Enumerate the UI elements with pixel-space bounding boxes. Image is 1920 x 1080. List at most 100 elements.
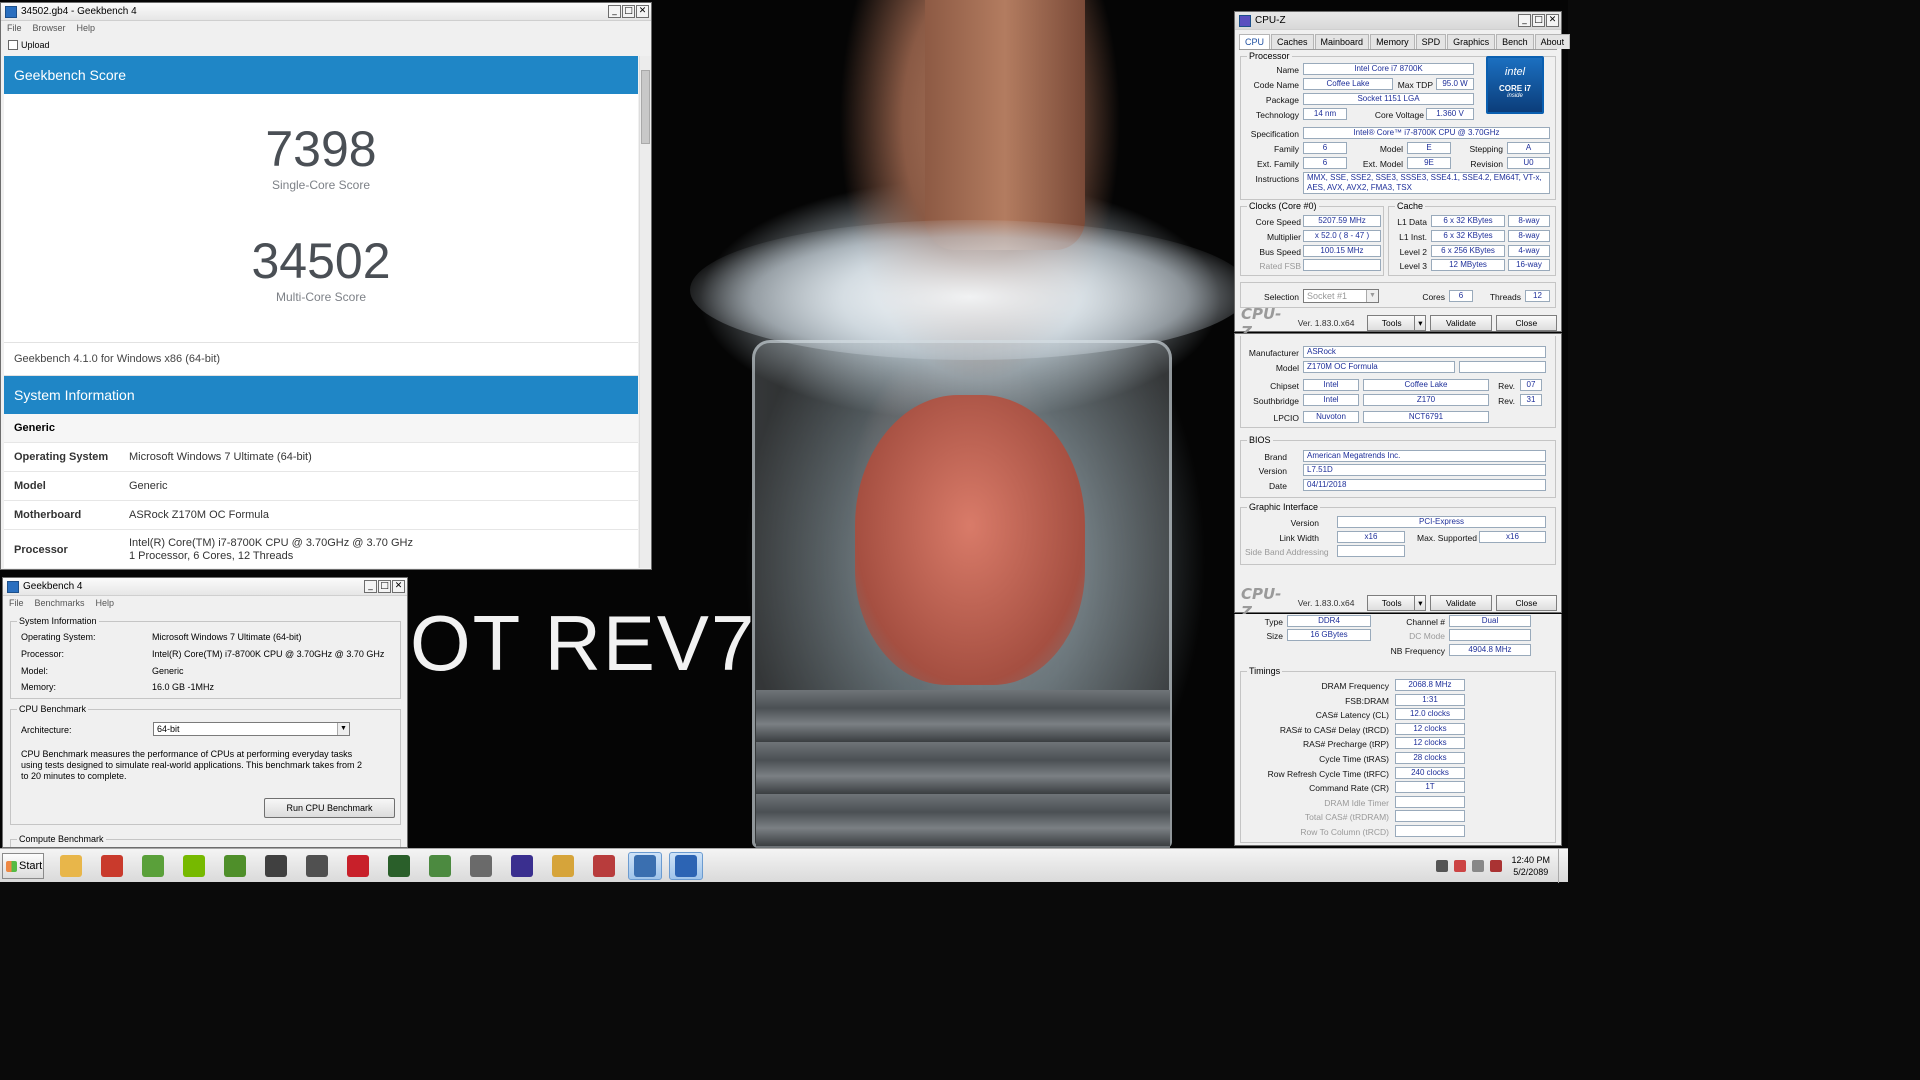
close-app-button[interactable]: Close <box>1495 315 1558 331</box>
southbridge-vendor: Intel <box>1303 394 1359 406</box>
network-icon[interactable] <box>1472 860 1485 872</box>
explorer-icon[interactable] <box>54 852 88 880</box>
manufacturer-value: ASRock <box>1303 346 1546 358</box>
nvidia-inspector-icon[interactable] <box>218 852 252 880</box>
generic-section-label: Generic <box>4 414 638 443</box>
system-information-group: System Information Operating System: Mic… <box>10 616 401 699</box>
tab-bench[interactable]: Bench <box>1496 34 1534 49</box>
tab-graphics[interactable]: Graphics <box>1447 34 1496 49</box>
run-cpu-benchmark-button[interactable]: Run CPU Benchmark <box>264 798 395 818</box>
tab-spd[interactable]: SPD <box>1415 34 1447 49</box>
show-desktop-button[interactable] <box>1558 849 1568 883</box>
vertical-scrollbar[interactable] <box>639 56 651 568</box>
cpu-tool-icon[interactable] <box>95 852 129 880</box>
validate-button[interactable]: Validate <box>1430 315 1492 331</box>
southbridge-label: Southbridge <box>1253 396 1299 406</box>
tab-cpu[interactable]: CPU <box>1239 34 1271 49</box>
clock[interactable]: 12:40 PM 5/2/2089 <box>1511 854 1550 878</box>
gi-version-label: Version <box>1290 518 1319 528</box>
close-app-button[interactable]: Close <box>1495 595 1558 611</box>
tab-mainboard[interactable]: Mainboard <box>1314 34 1370 49</box>
menu-help[interactable]: Help <box>77 23 96 33</box>
start-button[interactable]: Start <box>2 853 44 879</box>
menu-browser[interactable]: Browser <box>33 23 66 33</box>
hwinfo-icon[interactable] <box>546 852 580 880</box>
l1-data-way: 8-way <box>1508 215 1550 227</box>
volume-icon[interactable] <box>1490 860 1503 872</box>
show-hidden-icons-icon[interactable] <box>1436 860 1449 872</box>
window-titlebar[interactable]: CPU-Z _ □ ✕ <box>1235 12 1561 30</box>
timing-label: Row To Column (tRCD) <box>1300 827 1389 837</box>
cpuz-app-icon <box>1239 14 1251 27</box>
geekbench2-icon-glyph <box>675 855 697 877</box>
cpuz-icon[interactable] <box>505 852 539 880</box>
upload-button[interactable]: Upload <box>21 40 50 50</box>
info-value: Intel(R) Core(TM) i7-8700K CPU @ 3.70GHz… <box>152 649 385 659</box>
geekbench2-icon[interactable] <box>669 852 703 880</box>
stress-icon[interactable] <box>587 852 621 880</box>
intel-logo-brand: CORE i7 <box>1498 84 1531 93</box>
chipset-name: Coffee Lake <box>1363 379 1489 391</box>
action-center-icon[interactable] <box>1454 860 1467 872</box>
architecture-select[interactable]: 64-bit ▼ <box>153 722 350 736</box>
minimize-button[interactable]: _ <box>1518 13 1531 27</box>
close-button[interactable]: ✕ <box>1546 13 1559 27</box>
maximize-button[interactable]: □ <box>1532 13 1545 27</box>
tools-button[interactable]: Tools <box>1366 595 1417 611</box>
validate-button[interactable]: Validate <box>1430 595 1492 611</box>
minimize-button[interactable]: _ <box>364 579 377 593</box>
timing-value <box>1395 796 1465 808</box>
menu-benchmarks[interactable]: Benchmarks <box>35 598 85 608</box>
tab-about[interactable]: About <box>1534 34 1571 49</box>
monitor-icon[interactable] <box>382 852 416 880</box>
x-tool-icon[interactable] <box>300 852 334 880</box>
msi-icon[interactable] <box>341 852 375 880</box>
maximize-button[interactable]: □ <box>378 579 391 593</box>
window-titlebar[interactable]: Geekbench 4 _ □ ✕ <box>3 578 407 596</box>
window-titlebar[interactable]: 34502.gb4 - Geekbench 4 _ □ ✕ <box>1 3 651 21</box>
socket-select[interactable]: Socket #1 ▼ <box>1303 289 1379 303</box>
tab-memory[interactable]: Memory <box>1370 34 1415 49</box>
menu-file[interactable]: File <box>7 23 22 33</box>
row-value: Intel(R) Core(TM) i7-8700K CPU @ 3.70GHz… <box>129 530 413 568</box>
x-tool-icon-glyph <box>306 855 328 877</box>
gpuz-icon[interactable] <box>423 852 457 880</box>
timing-label: Total CAS# (tRDRAM) <box>1304 812 1389 822</box>
ext-family-label: Ext. Family <box>1256 159 1299 169</box>
menu-help[interactable]: Help <box>96 598 115 608</box>
timing-label: FSB:DRAM <box>1345 696 1389 706</box>
maximize-button[interactable]: □ <box>622 4 635 18</box>
close-button[interactable]: ✕ <box>392 579 405 593</box>
group-title: CPU Benchmark <box>17 704 89 714</box>
chipset-label: Chipset <box>1270 381 1299 391</box>
nvidia-icon[interactable] <box>177 852 211 880</box>
tools-dropdown-button[interactable]: ▾ <box>1414 315 1427 331</box>
menu-file[interactable]: File <box>9 598 24 608</box>
stepping-value: A <box>1507 142 1550 154</box>
close-button[interactable]: ✕ <box>636 4 649 18</box>
row-key: Processor <box>14 544 68 556</box>
gpu-tweak-icon[interactable] <box>259 852 293 880</box>
technology-label: Technology <box>1255 110 1299 120</box>
nvidia-tool-icon[interactable] <box>136 852 170 880</box>
cpuz-cpu-window: CPU-Z _ □ ✕ CPU Caches Mainboard Memory … <box>1234 11 1571 341</box>
score-header: Geekbench Score <box>4 56 638 94</box>
tools-dropdown-button[interactable]: ▾ <box>1414 595 1427 611</box>
instructions-line: AES, AVX, AVX2, FMA3, TSX <box>1307 183 1412 192</box>
family-label: Family <box>1273 144 1299 154</box>
package-label: Package <box>1265 95 1299 105</box>
tools-button[interactable]: Tools <box>1366 315 1417 331</box>
architecture-label: Architecture: <box>21 725 72 735</box>
tab-caches[interactable]: Caches <box>1271 34 1314 49</box>
superpi-icon[interactable] <box>464 852 498 880</box>
core-speed-value: 5207.59 MHz <box>1303 215 1381 227</box>
level3-value: 12 MBytes <box>1431 259 1505 271</box>
southbridge-name: Z170 <box>1363 394 1489 406</box>
scrollbar-thumb[interactable] <box>641 70 650 144</box>
minimize-button[interactable]: _ <box>608 4 621 18</box>
l1-inst-label: L1 Inst. <box>1399 232 1427 242</box>
timing-label: CAS# Latency (CL) <box>1315 710 1389 720</box>
dc-mode-value <box>1449 629 1531 641</box>
geekbench-icon[interactable] <box>628 852 662 880</box>
monitor-icon-glyph <box>388 855 410 877</box>
